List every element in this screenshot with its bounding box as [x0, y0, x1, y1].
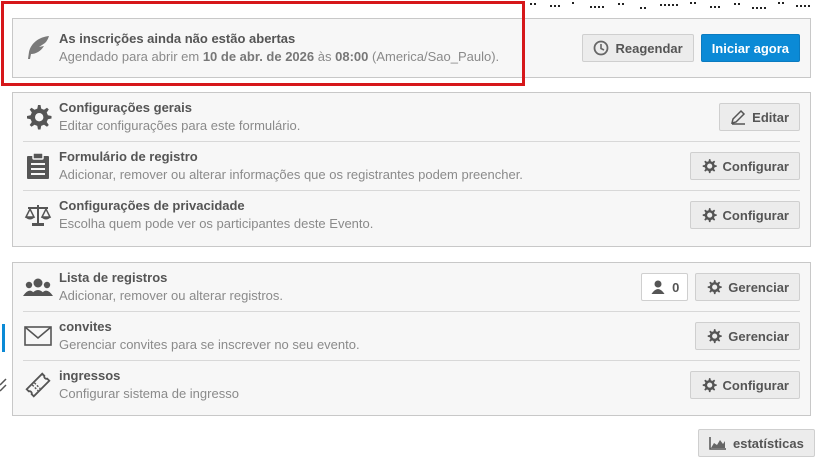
users-icon: [23, 272, 53, 302]
settings-row-privacy: Configurações de privacidade Escolha que…: [13, 191, 810, 239]
registration-form-sub: Adicionar, remover ou alterar informaçõe…: [59, 167, 523, 182]
banner-schedule-text: Agendado para abrir em 10 de abr. de 202…: [59, 48, 582, 66]
registration-list-sub: Adicionar, remover ou alterar registros.: [59, 288, 283, 303]
settings-row-form: Formulário de registro Adicionar, remove…: [13, 142, 810, 190]
statistics-label: estatísticas: [733, 435, 804, 451]
settings-row-general: Configurações gerais Editar configuraçõe…: [13, 93, 810, 141]
configure-label: Configurar: [722, 158, 789, 174]
settings-general-title: Configurações gerais: [59, 100, 192, 115]
ticket-icon: [23, 370, 53, 400]
gear-icon: [702, 208, 717, 223]
schedule-timezone: (America/Sao_Paulo).: [371, 49, 500, 64]
registration-status-banner: As inscrições ainda não estão abertas Ag…: [12, 18, 811, 78]
schedule-prefix: Agendado para abrir em: [59, 49, 200, 64]
registrations-row-tickets: ingressos Configurar sistema de ingresso…: [13, 361, 810, 409]
settings-general-sub: Editar configurações para este formulári…: [59, 118, 301, 133]
area-chart-icon: [709, 437, 726, 450]
gear-icon: [708, 280, 723, 295]
feather-icon: [23, 33, 53, 63]
screenshot-artifact: [530, 2, 810, 9]
gear-icon: [702, 378, 717, 393]
schedule-mid: às: [317, 49, 332, 64]
tickets-sub: Configurar sistema de ingresso: [59, 386, 239, 401]
start-now-label: Iniciar agora: [711, 40, 789, 56]
manage-registrations-button[interactable]: Gerenciar: [695, 273, 800, 301]
clock-icon: [594, 40, 609, 56]
manage-label: Gerenciar: [728, 328, 789, 344]
invites-sub: Gerenciar convites para se inscrever no …: [59, 337, 360, 352]
registrations-row-list: Lista de registros Adicionar, remover ou…: [13, 263, 810, 311]
privacy-sub: Escolha quem pode ver os participantes d…: [59, 216, 374, 231]
gear-icon: [708, 329, 723, 344]
registration-page: As inscrições ainda não estão abertas Ag…: [0, 0, 820, 470]
start-now-button[interactable]: Iniciar agora: [700, 34, 800, 62]
configure-form-button[interactable]: Configurar: [689, 152, 800, 180]
scales-icon: [23, 200, 53, 230]
pencil-icon: [731, 109, 746, 125]
configure-tickets-button[interactable]: Configurar: [689, 371, 800, 399]
schedule-date: 10 de abr. de 2026: [202, 49, 315, 64]
gear-icon: [23, 102, 53, 132]
registration-count-badge[interactable]: 0: [641, 273, 689, 301]
manage-invites-button[interactable]: Gerenciar: [695, 322, 800, 350]
statistics-button[interactable]: estatísticas: [698, 429, 815, 457]
configure-label: Configurar: [722, 207, 789, 223]
privacy-title: Configurações de privacidade: [59, 198, 245, 213]
active-indicator: [2, 324, 5, 352]
gear-icon: [702, 159, 717, 174]
configure-privacy-button[interactable]: Configurar: [689, 201, 800, 229]
edit-label: Editar: [752, 109, 789, 125]
banner-title: As inscrições ainda não estão abertas: [59, 31, 296, 46]
reschedule-button[interactable]: Reagendar: [582, 34, 694, 62]
registrations-panel: Lista de registros Adicionar, remover ou…: [12, 262, 811, 416]
reschedule-label: Reagendar: [615, 40, 683, 56]
manage-label: Gerenciar: [728, 279, 789, 295]
edge-artifact: [0, 378, 7, 392]
registration-count: 0: [672, 279, 680, 295]
edit-button[interactable]: Editar: [719, 103, 800, 131]
schedule-time: 08:00: [335, 49, 369, 64]
envelope-icon: [23, 321, 53, 351]
clipboard-icon: [23, 151, 53, 181]
configure-label: Configurar: [722, 377, 789, 393]
settings-panel: Configurações gerais Editar configuraçõe…: [12, 92, 811, 247]
tickets-title: ingressos: [59, 368, 121, 383]
invites-title: convites: [59, 319, 112, 334]
registration-list-title: Lista de registros: [59, 270, 168, 285]
user-icon: [651, 280, 665, 294]
registrations-row-invites: convites Gerenciar convites para se insc…: [13, 312, 810, 360]
registration-form-title: Formulário de registro: [59, 149, 198, 164]
